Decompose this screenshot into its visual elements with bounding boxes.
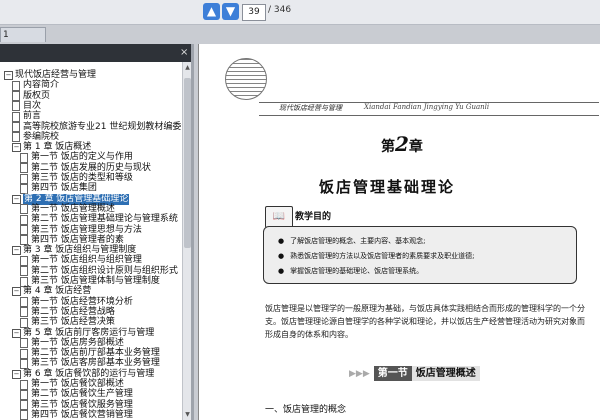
document-page: 现代饭店经营与管理 Xiandai Fandian Jingying Yu Gu… [198,44,600,420]
bookmark-page-icon [20,163,28,174]
collapse-toggle-icon[interactable]: − [12,369,21,379]
section-number: 第一节 [373,366,412,381]
panel-splitter[interactable] [191,44,194,420]
toolbar: ▲ ▼ 39 / 346 [0,0,600,25]
globe-logo-icon [225,58,267,100]
bookmark-page-icon [20,400,28,411]
chapter-number: 第2章 [381,132,423,156]
collapse-toggle-icon[interactable]: − [12,246,21,256]
bookmark-page-icon [20,379,28,390]
bookmark-page-icon [20,152,28,163]
next-page-button[interactable]: ▼ [222,3,239,20]
bookmark-page-icon [20,297,28,308]
bookmark-page-icon [12,91,20,102]
bookmark-page-icon [20,338,28,349]
goal-item: ● 熟悉饭店管理的方法以及饭店管理者的素质要求及职业道德; [278,252,475,260]
bookmark-page-icon [20,235,28,246]
bookmark-page-icon [20,255,28,266]
subheading: 一、饭店管理的概念 [265,405,347,415]
bookmark-tree: − 现代饭店经营与管理 内容简介 版权页 目次 前言 高等院校旅游专业21 世纪规划教材编委… [0,62,182,420]
tree-item-label: 第四节 饭店餐饮营销管理 [31,409,133,420]
arrow-down-icon: ▼ [225,4,236,18]
intro-paragraph: 饭店管理是以管理学的一般原理为基础，与饭店具体实践相结合而形成的管理科学的一个分… [265,304,585,339]
bookmark-page-icon [20,410,28,420]
bookmark-page-icon [20,348,28,359]
running-header-title: 现代饭店经营与管理 [279,104,342,112]
collapse-toggle-icon[interactable]: − [12,287,21,297]
arrow-up-icon: ▲ [206,4,217,18]
collapse-toggle-icon[interactable]: − [12,143,21,153]
bookmark-page-icon [20,276,28,287]
scrollbar-thumb[interactable] [184,78,191,248]
bookmark-page-icon [12,111,20,122]
close-icon[interactable]: × [180,47,188,58]
bookmark-page-icon [12,80,20,91]
scroll-up-icon[interactable]: ▲ [184,64,191,71]
bookmark-page-icon [20,183,28,194]
goal-item: ● 了解饭店管理的概念、主要内容、基本观念; [278,237,426,245]
book-icon: 📖 [265,206,293,228]
bookmark-page-icon [20,173,28,184]
bookmark-page-icon [20,389,28,400]
bookmark-page-icon [12,132,20,143]
bookmark-page-icon [20,317,28,328]
chapter-title: 饭店管理基础理论 [319,178,456,196]
collapse-toggle-icon[interactable]: − [4,71,13,80]
bookmark-page-icon [20,214,28,225]
bookmark-page-icon [20,307,28,318]
section-title: 饭店管理概述 [411,366,480,381]
section-heading: ▶▶▶ 第一节 饭店管理概述 [349,366,480,381]
triple-arrow-icon: ▶▶▶ [349,368,370,379]
goal-item: ● 掌握饭店管理的基础理论、饭店管理系统。 [278,267,424,275]
bookmark-page-icon [20,204,28,215]
previous-page-button[interactable]: ▲ [203,3,220,20]
bookmark-page-icon [12,101,20,112]
running-header-pinyin: Xiandai Fandian Jingying Yu Guanli [364,103,490,111]
teaching-goals-box: ● 了解饭店管理的概念、主要内容、基本观念; ● 熟悉饭店管理的方法以及饭店管理者的… [263,226,577,284]
bookmark-page-icon [20,266,28,277]
panel-tab[interactable]: 1 [0,27,46,42]
bookmark-page-icon [20,225,28,235]
collapse-toggle-icon[interactable]: − [12,328,21,338]
collapse-toggle-icon[interactable]: − [12,194,21,204]
bookmark-panel-header: × [0,44,191,62]
page-number-input[interactable]: 39 [242,4,266,21]
bookmark-page-icon [12,122,20,132]
page-total: / 346 [268,5,292,15]
tree-item[interactable]: 第四节 饭店餐饮营销管理 [20,410,133,420]
bookmark-page-icon [20,358,28,369]
teaching-goals-label: 教学目的 [295,212,332,222]
scroll-down-icon[interactable]: ▼ [184,411,191,418]
